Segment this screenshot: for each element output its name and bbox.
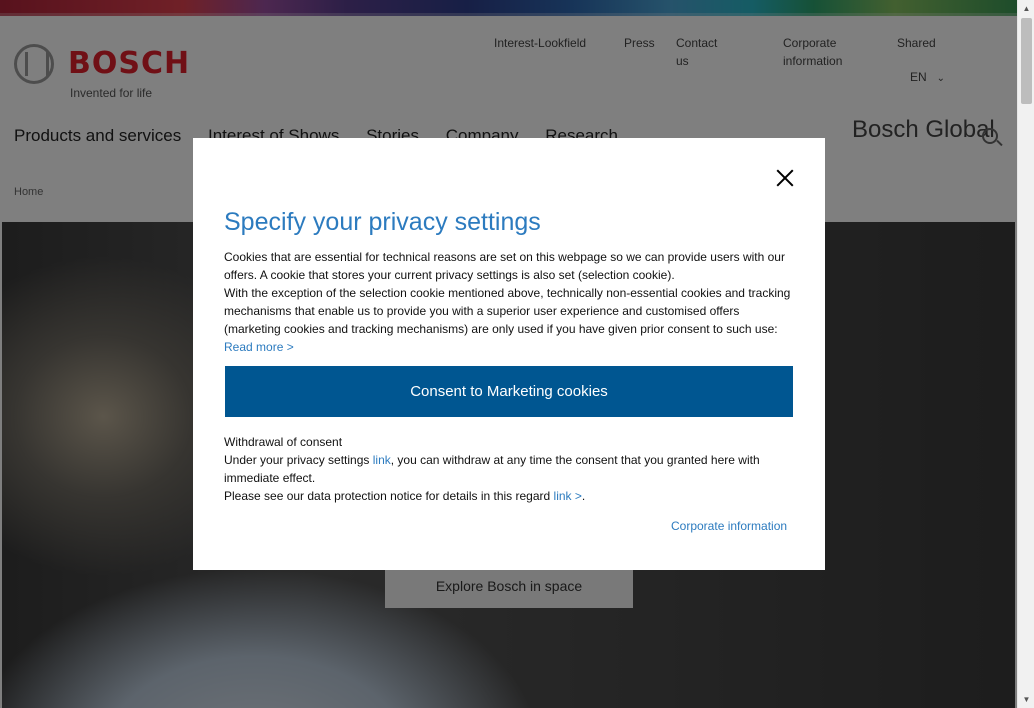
protection-end: . bbox=[581, 489, 586, 503]
consent-marketing-button[interactable]: Consent to Marketing cookies bbox=[225, 366, 793, 417]
privacy-settings-link[interactable]: link bbox=[373, 453, 391, 467]
scrollbar-thumb[interactable] bbox=[1021, 18, 1032, 104]
scroll-down-arrow-icon[interactable]: ▼ bbox=[1018, 691, 1034, 708]
close-icon[interactable] bbox=[773, 166, 797, 190]
scroll-up-arrow-icon[interactable]: ▲ bbox=[1018, 0, 1034, 17]
cookie-info-paragraph: Cookies that are essential for technical… bbox=[224, 250, 785, 282]
read-more-link[interactable]: Read more > bbox=[224, 340, 294, 354]
corporate-information-link[interactable]: Corporate information bbox=[671, 519, 787, 533]
page-viewport: BOSCH Invented for life Interest-Lookfie… bbox=[0, 0, 1017, 708]
privacy-settings-dialog: Specify your privacy settings Cookies th… bbox=[193, 138, 825, 570]
withdrawal-text-a: Under your privacy settings bbox=[224, 453, 373, 467]
dialog-body: Cookies that are essential for technical… bbox=[224, 248, 794, 356]
data-protection-link[interactable]: link > bbox=[554, 489, 582, 503]
withdrawal-section: Withdrawal of consent Under your privacy… bbox=[224, 433, 794, 505]
protection-paragraph: Please see our data protection notice fo… bbox=[224, 487, 794, 505]
withdrawal-heading: Withdrawal of consent bbox=[224, 435, 343, 449]
tracking-info-text: With the exception of the selection cook… bbox=[224, 286, 791, 336]
tracking-info-paragraph: With the exception of the selection cook… bbox=[224, 284, 794, 356]
protection-text: Please see our data protection notice fo… bbox=[224, 489, 554, 503]
vertical-scrollbar[interactable]: ▲ ▼ bbox=[1017, 0, 1034, 708]
withdrawal-paragraph: Under your privacy settings link, you ca… bbox=[224, 451, 794, 487]
dialog-title: Specify your privacy settings bbox=[224, 208, 541, 236]
